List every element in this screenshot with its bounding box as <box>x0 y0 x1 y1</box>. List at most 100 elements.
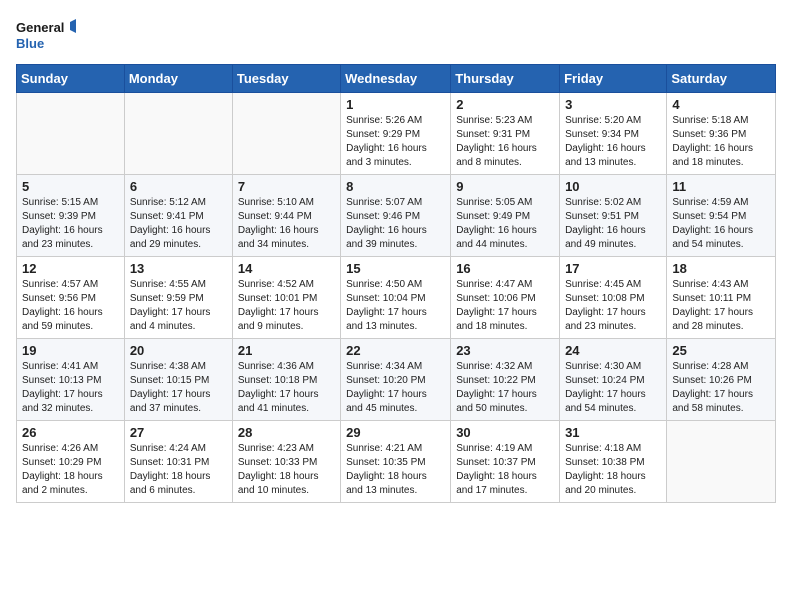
day-number: 24 <box>565 343 661 358</box>
calendar-cell: 24 Sunrise: 4:30 AM Sunset: 10:24 PM Dayl… <box>560 339 667 421</box>
calendar-cell: 6 Sunrise: 5:12 AM Sunset: 9:41 PM Daylig… <box>124 175 232 257</box>
calendar-cell: 13 Sunrise: 4:55 AM Sunset: 9:59 PM Dayli… <box>124 257 232 339</box>
calendar-cell: 19 Sunrise: 4:41 AM Sunset: 10:13 PM Dayl… <box>17 339 125 421</box>
calendar-cell: 30 Sunrise: 4:19 AM Sunset: 10:37 PM Dayl… <box>451 421 560 503</box>
day-header-friday: Friday <box>560 65 667 93</box>
day-info: Sunrise: 4:34 AM Sunset: 10:20 PM Daylig… <box>346 360 445 416</box>
calendar-cell: 11 Sunrise: 4:59 AM Sunset: 9:54 PM Dayli… <box>667 175 776 257</box>
day-info: Sunrise: 4:18 AM Sunset: 10:38 PM Daylig… <box>565 442 661 498</box>
calendar-cell: 9 Sunrise: 5:05 AM Sunset: 9:49 PM Daylig… <box>451 175 560 257</box>
day-header-tuesday: Tuesday <box>232 65 340 93</box>
day-info: Sunrise: 4:41 AM Sunset: 10:13 PM Daylig… <box>22 360 119 416</box>
calendar-cell: 26 Sunrise: 4:26 AM Sunset: 10:29 PM Dayl… <box>17 421 125 503</box>
day-info: Sunrise: 5:10 AM Sunset: 9:44 PM Dayligh… <box>238 196 335 252</box>
day-number: 1 <box>346 97 445 112</box>
calendar-cell: 17Sunrise: 4:45 AM Sunset: 10:08 PM Dayl… <box>560 257 667 339</box>
day-number: 13 <box>130 261 227 276</box>
calendar-cell: 7 Sunrise: 5:10 AM Sunset: 9:44 PM Daylig… <box>232 175 340 257</box>
day-info: Sunrise: 4:30 AM Sunset: 10:24 PM Daylig… <box>565 360 661 416</box>
calendar-week-row: 5Sunrise: 5:15 AM Sunset: 9:39 PM Daylig… <box>17 175 776 257</box>
calendar-cell: 16 Sunrise: 4:47 AM Sunset: 10:06 PM Dayl… <box>451 257 560 339</box>
calendar-cell: 12 Sunrise: 4:57 AM Sunset: 9:56 PM Dayli… <box>17 257 125 339</box>
day-number: 8 <box>346 179 445 194</box>
day-info: Sunrise: 4:57 AM Sunset: 9:56 PM Dayligh… <box>22 278 119 334</box>
day-header-wednesday: Wednesday <box>341 65 451 93</box>
page-header: General Blue <box>16 16 776 54</box>
day-number: 30 <box>456 425 554 440</box>
day-number: 11 <box>672 179 770 194</box>
day-number: 5 <box>22 179 119 194</box>
day-info: Sunrise: 4:59 AM Sunset: 9:54 PM Dayligh… <box>672 196 770 252</box>
calendar-cell <box>17 93 125 175</box>
calendar-cell: 3Sunrise: 5:20 AM Sunset: 9:34 PM Daylig… <box>560 93 667 175</box>
day-info: Sunrise: 4:26 AM Sunset: 10:29 PM Daylig… <box>22 442 119 498</box>
calendar-header-row: SundayMondayTuesdayWednesdayThursdayFrid… <box>17 65 776 93</box>
calendar-cell <box>232 93 340 175</box>
day-header-thursday: Thursday <box>451 65 560 93</box>
logo: General Blue <box>16 16 76 54</box>
day-info: Sunrise: 4:28 AM Sunset: 10:26 PM Daylig… <box>672 360 770 416</box>
day-info: Sunrise: 4:47 AM Sunset: 10:06 PM Daylig… <box>456 278 554 334</box>
day-header-saturday: Saturday <box>667 65 776 93</box>
day-number: 19 <box>22 343 119 358</box>
day-info: Sunrise: 5:07 AM Sunset: 9:46 PM Dayligh… <box>346 196 445 252</box>
day-info: Sunrise: 4:32 AM Sunset: 10:22 PM Daylig… <box>456 360 554 416</box>
calendar-cell: 5Sunrise: 5:15 AM Sunset: 9:39 PM Daylig… <box>17 175 125 257</box>
day-info: Sunrise: 4:38 AM Sunset: 10:15 PM Daylig… <box>130 360 227 416</box>
day-info: Sunrise: 4:50 AM Sunset: 10:04 PM Daylig… <box>346 278 445 334</box>
day-info: Sunrise: 5:26 AM Sunset: 9:29 PM Dayligh… <box>346 114 445 170</box>
calendar-cell: 22Sunrise: 4:34 AM Sunset: 10:20 PM Dayl… <box>341 339 451 421</box>
day-number: 6 <box>130 179 227 194</box>
day-number: 25 <box>672 343 770 358</box>
day-header-sunday: Sunday <box>17 65 125 93</box>
svg-text:General: General <box>16 20 64 35</box>
calendar-cell: 14 Sunrise: 4:52 AM Sunset: 10:01 PM Dayl… <box>232 257 340 339</box>
calendar-cell: 1 Sunrise: 5:26 AM Sunset: 9:29 PM Daylig… <box>341 93 451 175</box>
day-number: 2 <box>456 97 554 112</box>
calendar-cell: 15 Sunrise: 4:50 AM Sunset: 10:04 PM Dayl… <box>341 257 451 339</box>
day-number: 7 <box>238 179 335 194</box>
calendar-cell <box>124 93 232 175</box>
day-info: Sunrise: 5:05 AM Sunset: 9:49 PM Dayligh… <box>456 196 554 252</box>
calendar-cell: 8 Sunrise: 5:07 AM Sunset: 9:46 PM Daylig… <box>341 175 451 257</box>
calendar-cell: 25 Sunrise: 4:28 AM Sunset: 10:26 PM Dayl… <box>667 339 776 421</box>
calendar-cell: 23 Sunrise: 4:32 AM Sunset: 10:22 PM Dayl… <box>451 339 560 421</box>
day-number: 16 <box>456 261 554 276</box>
day-info: Sunrise: 4:23 AM Sunset: 10:33 PM Daylig… <box>238 442 335 498</box>
day-info: Sunrise: 5:23 AM Sunset: 9:31 PM Dayligh… <box>456 114 554 170</box>
calendar-cell: 31 Sunrise: 4:18 AM Sunset: 10:38 PM Dayl… <box>560 421 667 503</box>
day-header-monday: Monday <box>124 65 232 93</box>
day-number: 21 <box>238 343 335 358</box>
day-number: 15 <box>346 261 445 276</box>
day-number: 3 <box>565 97 661 112</box>
calendar-cell <box>667 421 776 503</box>
day-number: 27 <box>130 425 227 440</box>
day-info: Sunrise: 4:52 AM Sunset: 10:01 PM Daylig… <box>238 278 335 334</box>
day-info: Sunrise: 5:12 AM Sunset: 9:41 PM Dayligh… <box>130 196 227 252</box>
calendar-cell: 10Sunrise: 5:02 AM Sunset: 9:51 PM Dayli… <box>560 175 667 257</box>
calendar-week-row: 26 Sunrise: 4:26 AM Sunset: 10:29 PM Dayl… <box>17 421 776 503</box>
day-info: Sunrise: 4:36 AM Sunset: 10:18 PM Daylig… <box>238 360 335 416</box>
day-info: Sunrise: 4:55 AM Sunset: 9:59 PM Dayligh… <box>130 278 227 334</box>
calendar-cell: 27Sunrise: 4:24 AM Sunset: 10:31 PM Dayl… <box>124 421 232 503</box>
day-number: 20 <box>130 343 227 358</box>
day-info: Sunrise: 5:02 AM Sunset: 9:51 PM Dayligh… <box>565 196 661 252</box>
day-number: 9 <box>456 179 554 194</box>
calendar-cell: 2 Sunrise: 5:23 AM Sunset: 9:31 PM Daylig… <box>451 93 560 175</box>
day-number: 4 <box>672 97 770 112</box>
day-number: 29 <box>346 425 445 440</box>
calendar-cell: 28 Sunrise: 4:23 AM Sunset: 10:33 PM Dayl… <box>232 421 340 503</box>
calendar-week-row: 19 Sunrise: 4:41 AM Sunset: 10:13 PM Dayl… <box>17 339 776 421</box>
day-number: 28 <box>238 425 335 440</box>
calendar-table: SundayMondayTuesdayWednesdayThursdayFrid… <box>16 64 776 503</box>
day-number: 23 <box>456 343 554 358</box>
day-number: 14 <box>238 261 335 276</box>
day-number: 26 <box>22 425 119 440</box>
day-number: 31 <box>565 425 661 440</box>
day-info: Sunrise: 4:45 AM Sunset: 10:08 PM Daylig… <box>565 278 661 334</box>
calendar-cell: 20 Sunrise: 4:38 AM Sunset: 10:15 PM Dayl… <box>124 339 232 421</box>
day-number: 12 <box>22 261 119 276</box>
calendar-cell: 4Sunrise: 5:18 AM Sunset: 9:36 PM Daylig… <box>667 93 776 175</box>
calendar-cell: 18Sunrise: 4:43 AM Sunset: 10:11 PM Dayl… <box>667 257 776 339</box>
day-info: Sunrise: 4:19 AM Sunset: 10:37 PM Daylig… <box>456 442 554 498</box>
